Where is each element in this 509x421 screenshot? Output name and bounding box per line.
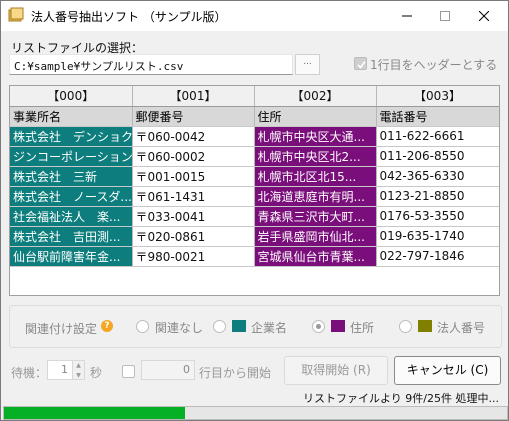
phone-cell[interactable]: 0123-21-8850 (376, 186, 499, 207)
postal-cell[interactable]: 〒060-0002 (132, 146, 255, 167)
radio-corporate-number-label: 法人番号 (437, 321, 486, 335)
start-row-checkbox[interactable] (122, 365, 135, 378)
company-cell[interactable]: 株式会社 ノースダ... (10, 186, 133, 207)
column-name-cell[interactable]: 事業所名 (10, 106, 133, 127)
company-cell[interactable]: 株式会社 三新 (10, 166, 133, 187)
table-row: 仙台駅前障害年金... 〒980-0021 宮城県仙台市青葉... 022-79… (10, 246, 499, 267)
header-row-label: 1行目をヘッダーとする (370, 58, 498, 72)
header-row-checkbox[interactable] (354, 57, 367, 70)
start-fetch-button[interactable]: 取得開始 (R) (284, 356, 388, 385)
close-icon[interactable] (464, 1, 504, 31)
table-row: 株式会社 吉田測... 〒020-0861 岩手県盛岡市仙北... 019-63… (10, 226, 499, 247)
app-window: 法人番号抽出ソフト （サンプル版） リストファイルの選択： C:¥sample¥… (0, 0, 509, 421)
address-color-swatch (331, 320, 345, 332)
address-cell[interactable]: 札幌市中央区大通... (254, 126, 377, 147)
column-name-row: 事業所名 郵便番号 住所 電話番号 (10, 106, 499, 127)
phone-cell[interactable]: 019-635-1740 (376, 226, 499, 247)
checkmark-icon (357, 61, 366, 69)
company-cell[interactable]: ジンコーポレーション... (10, 146, 133, 167)
column-id-header[interactable]: 【001】 (132, 86, 255, 107)
column-name-cell[interactable]: 電話番号 (376, 106, 499, 127)
browse-button[interactable]: ... (295, 54, 320, 75)
progress-fill (4, 407, 186, 419)
company-cell[interactable]: 株式会社 デンショク (10, 126, 133, 147)
mapping-settings-label: 関連付け設定 (25, 322, 98, 336)
postal-cell[interactable]: 〒033-0041 (132, 206, 255, 227)
radio-company-label: 企業名 (251, 321, 288, 335)
maximize-icon[interactable] (425, 1, 465, 31)
start-row-label: 行目から開始 (199, 366, 272, 380)
company-color-swatch (232, 320, 246, 332)
wait-seconds-input[interactable]: 1 (47, 360, 73, 380)
phone-cell[interactable]: 022-797-1846 (376, 246, 499, 267)
phone-cell[interactable]: 042-365-6330 (376, 166, 499, 187)
column-name-cell[interactable]: 住所 (254, 106, 377, 127)
address-cell[interactable]: 北海道恵庭市有明... (254, 186, 377, 207)
phone-cell[interactable]: 011-206-8550 (376, 146, 499, 167)
address-cell[interactable]: 宮城県仙台市青葉... (254, 246, 377, 267)
window-title: 法人番号抽出ソフト （サンプル版） (31, 10, 227, 24)
address-cell[interactable]: 岩手県盛岡市仙北... (254, 226, 377, 247)
postal-cell[interactable]: 〒020-0861 (132, 226, 255, 247)
radio-corporate-number[interactable] (399, 320, 412, 333)
column-id-header[interactable]: 【002】 (254, 86, 377, 107)
title-bar: 法人番号抽出ソフト （サンプル版） (1, 1, 508, 31)
wait-spinner[interactable]: ▲ ▼ (73, 360, 85, 380)
postal-cell[interactable]: 〒001-0015 (132, 166, 255, 187)
radio-none[interactable] (136, 320, 149, 333)
status-text: リストファイルより 9件/25件 処理中... (303, 392, 499, 405)
start-row-input[interactable]: 0 (141, 360, 195, 380)
company-cell[interactable]: 仙台駅前障害年金... (10, 246, 133, 267)
postal-cell[interactable]: 〒980-0021 (132, 246, 255, 267)
postal-cell[interactable]: 〒060-0042 (132, 126, 255, 147)
file-path-input[interactable]: C:¥sample¥サンプルリスト.csv (9, 54, 293, 75)
table-row: ジンコーポレーション... 〒060-0002 札幌市中央区北2... 011-… (10, 146, 499, 167)
seconds-label: 秒 (90, 366, 103, 380)
app-icon (8, 7, 24, 23)
address-cell[interactable]: 青森県三沢市大町... (254, 206, 377, 227)
radio-address-label: 住所 (350, 321, 375, 335)
table-row: 株式会社 三新 〒001-0015 札幌市北区北15... 042-365-63… (10, 166, 499, 187)
radio-none-label: 関連なし (155, 321, 204, 335)
column-id-header[interactable]: 【000】 (10, 86, 133, 107)
phone-cell[interactable]: 011-622-6661 (376, 126, 499, 147)
cancel-button[interactable]: キャンセル (C) (394, 356, 501, 385)
wait-label: 待機： (11, 366, 48, 380)
phone-cell[interactable]: 0176-53-3550 (376, 206, 499, 227)
corporate-number-color-swatch (418, 320, 432, 332)
progress-bar (3, 406, 508, 420)
radio-address[interactable] (312, 320, 325, 333)
help-icon[interactable]: ? (101, 320, 113, 332)
address-cell[interactable]: 札幌市北区北15... (254, 166, 377, 187)
column-name-cell[interactable]: 郵便番号 (132, 106, 255, 127)
minimize-icon[interactable] (387, 1, 427, 31)
postal-cell[interactable]: 〒061-1431 (132, 186, 255, 207)
company-cell[interactable]: 社会福祉法人 楽... (10, 206, 133, 227)
address-cell[interactable]: 札幌市中央区北2... (254, 146, 377, 167)
table-row: 株式会社 デンショク 〒060-0042 札幌市中央区大通... 011-622… (10, 126, 499, 147)
data-grid[interactable]: 【000】 【001】 【002】 【003】 事業所名 郵便番号 住所 電話番… (9, 85, 500, 296)
table-row: 株式会社 ノースダ... 〒061-1431 北海道恵庭市有明... 0123-… (10, 186, 499, 207)
company-cell[interactable]: 株式会社 吉田測... (10, 226, 133, 247)
column-id-header[interactable]: 【003】 (376, 86, 499, 107)
radio-company[interactable] (213, 320, 226, 333)
table-row: 社会福祉法人 楽... 〒033-0041 青森県三沢市大町... 0176-5… (10, 206, 499, 227)
